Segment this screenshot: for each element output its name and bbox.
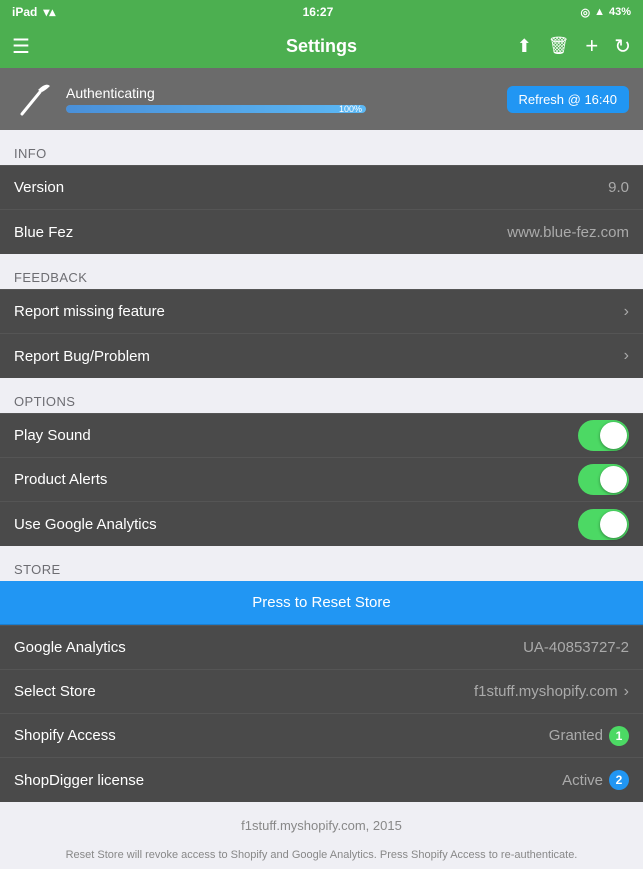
select-store-label: Select Store bbox=[14, 683, 96, 700]
blue-fez-label: Blue Fez bbox=[14, 224, 73, 241]
google-analytics-toggle[interactable] bbox=[578, 509, 629, 540]
report-missing-label: Report missing feature bbox=[14, 303, 165, 320]
google-analytics-id-row: Google Analytics UA-40853727-2 bbox=[0, 626, 643, 670]
select-store-chevron: › bbox=[624, 683, 629, 701]
product-alerts-label: Product Alerts bbox=[14, 471, 107, 488]
version-row: Version 9.0 bbox=[0, 166, 643, 210]
auth-status: Authenticating bbox=[66, 85, 366, 101]
signal-icon: ▲ bbox=[594, 6, 605, 18]
location-icon: ◎ bbox=[580, 6, 590, 19]
auth-bar: Authenticating 100% Refresh @ 16:40 bbox=[0, 68, 643, 130]
app-logo bbox=[14, 78, 56, 120]
google-analytics-id-label: Google Analytics bbox=[14, 639, 126, 656]
section-header-store: Store bbox=[0, 554, 643, 581]
version-label: Version bbox=[14, 179, 64, 196]
options-rows-group: Play Sound Product Alerts Use Google Ana… bbox=[0, 413, 643, 546]
select-store-row[interactable]: Select Store f1stuff.myshopify.com › bbox=[0, 670, 643, 714]
shopdigger-license-badge: 2 bbox=[609, 770, 629, 790]
google-analytics-toggle-label: Use Google Analytics bbox=[14, 516, 157, 533]
report-bug-chevron: › bbox=[624, 347, 629, 365]
section-header-feedback: Feedback bbox=[0, 262, 643, 289]
google-analytics-toggle-row: Use Google Analytics bbox=[0, 502, 643, 546]
menu-icon[interactable]: ☰ bbox=[12, 34, 30, 59]
shopify-access-value: Granted bbox=[549, 727, 603, 744]
add-icon[interactable]: + bbox=[585, 33, 598, 59]
nav-bar: ☰ Settings ⬆ 🗑 + ↻ bbox=[0, 24, 643, 68]
share-icon[interactable]: ⬆ bbox=[517, 36, 532, 57]
battery-label: 43% bbox=[609, 6, 631, 18]
product-alerts-row: Product Alerts bbox=[0, 458, 643, 502]
shopify-access-label: Shopify Access bbox=[14, 727, 116, 744]
reset-store-label: Press to Reset Store bbox=[252, 594, 390, 611]
section-header-info: Info bbox=[0, 138, 643, 165]
refresh-icon[interactable]: ↻ bbox=[614, 34, 631, 59]
refresh-button[interactable]: Refresh @ 16:40 bbox=[507, 86, 629, 113]
feedback-rows-group: Report missing feature › Report Bug/Prob… bbox=[0, 289, 643, 378]
report-missing-row[interactable]: Report missing feature › bbox=[0, 290, 643, 334]
blue-fez-value: www.blue-fez.com bbox=[507, 224, 629, 241]
wifi-icon: ▾▴ bbox=[43, 5, 55, 19]
page-title: Settings bbox=[286, 36, 357, 57]
report-bug-label: Report Bug/Problem bbox=[14, 348, 150, 365]
info-rows-group: Version 9.0 Blue Fez www.blue-fez.com bbox=[0, 165, 643, 254]
progress-label: 100% bbox=[339, 105, 362, 113]
blue-fez-row: Blue Fez www.blue-fez.com bbox=[0, 210, 643, 254]
footer-domain: f1stuff.myshopify.com, 2015 bbox=[0, 810, 643, 841]
play-sound-label: Play Sound bbox=[14, 427, 91, 444]
shopdigger-license-value: Active bbox=[562, 772, 603, 789]
select-store-value: f1stuff.myshopify.com bbox=[474, 683, 618, 700]
shopify-access-badge: 1 bbox=[609, 726, 629, 746]
play-sound-toggle[interactable] bbox=[578, 420, 629, 451]
shopdigger-license-label: ShopDigger license bbox=[14, 772, 144, 789]
report-missing-chevron: › bbox=[624, 303, 629, 321]
status-bar: iPad ▾▴ 16:27 ◎ ▲ 43% bbox=[0, 0, 643, 24]
progress-bar: 100% bbox=[66, 105, 366, 113]
report-bug-row[interactable]: Report Bug/Problem › bbox=[0, 334, 643, 378]
product-alerts-toggle[interactable] bbox=[578, 464, 629, 495]
store-rows-group: Google Analytics UA-40853727-2 Select St… bbox=[0, 625, 643, 802]
play-sound-row: Play Sound bbox=[0, 414, 643, 458]
footer-note: Reset Store will revoke access to Shopif… bbox=[0, 841, 643, 869]
version-value: 9.0 bbox=[608, 179, 629, 196]
google-analytics-id-value: UA-40853727-2 bbox=[523, 639, 629, 656]
carrier-label: iPad bbox=[12, 5, 37, 19]
shopdigger-license-row: ShopDigger license Active 2 bbox=[0, 758, 643, 802]
trash-icon[interactable]: 🗑 bbox=[548, 36, 570, 56]
reset-store-btn-row[interactable]: Press to Reset Store bbox=[0, 581, 643, 625]
shopify-access-row: Shopify Access Granted 1 bbox=[0, 714, 643, 758]
section-header-options: Options bbox=[0, 386, 643, 413]
time-label: 16:27 bbox=[303, 5, 334, 19]
